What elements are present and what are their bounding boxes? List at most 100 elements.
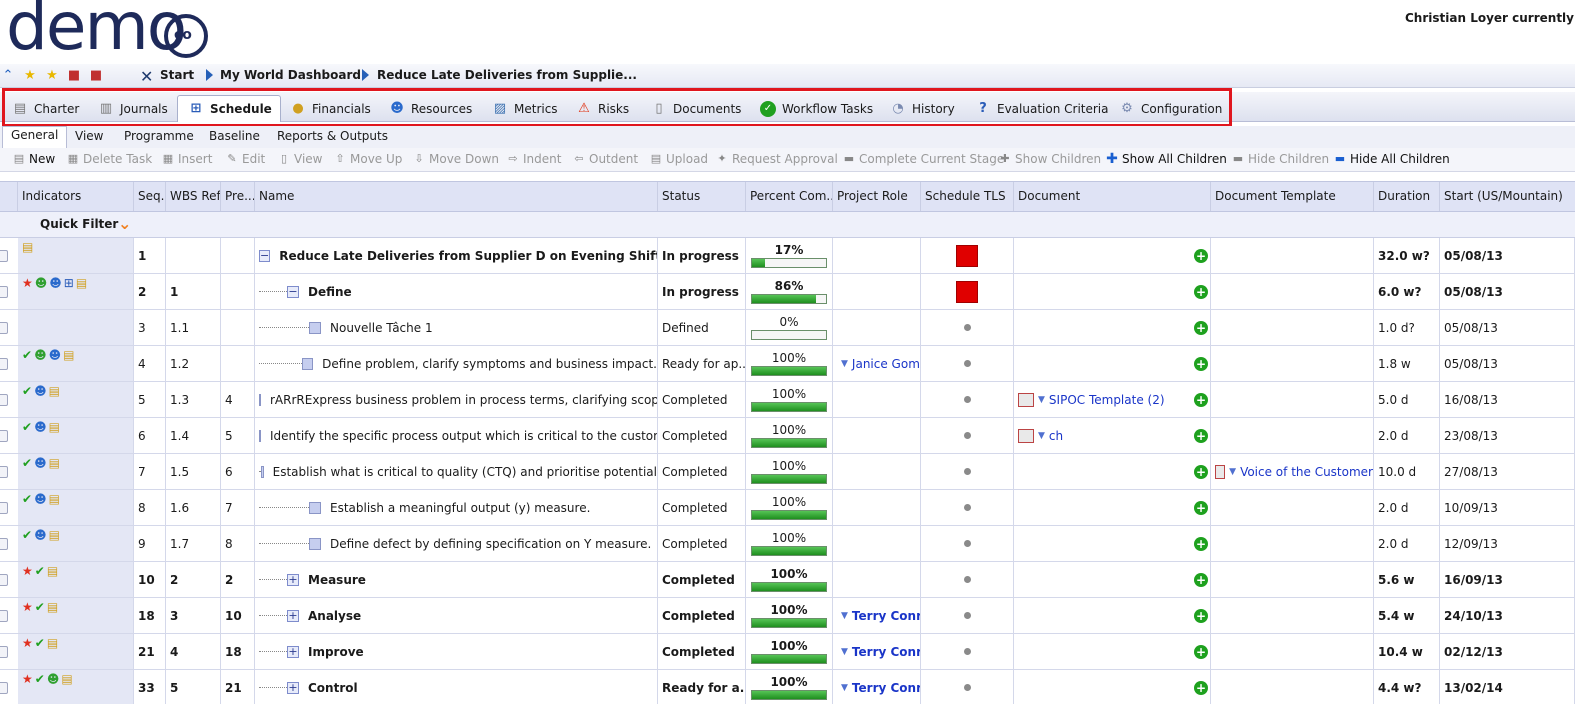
collapse-icon[interactable]: − [287, 285, 299, 298]
row-select-checkbox[interactable] [0, 466, 8, 478]
move-down-button[interactable]: ⇩ Move Down [412, 152, 499, 166]
add-document-icon[interactable]: + [1194, 644, 1208, 659]
dropdown-arrow-icon[interactable]: ▼ [841, 683, 848, 693]
collapse-icon[interactable]: − [259, 249, 271, 262]
task-name[interactable]: rARrRExpress business problem in process… [270, 393, 657, 407]
request-approval-button[interactable]: ✦ Request Approval [715, 152, 837, 166]
add-document-icon[interactable]: + [1194, 536, 1208, 551]
dropdown-arrow-icon[interactable]: ▼ [841, 359, 848, 369]
column-indicators[interactable]: Indicators [18, 182, 134, 211]
add-document-icon[interactable]: + [1194, 608, 1208, 623]
expand-icon[interactable]: + [287, 681, 299, 694]
outdent-button[interactable]: ⇦ Outdent [572, 152, 638, 166]
table-row[interactable]: ★ ✔ ▤ 10 2 2 + Measure Completed 100% +5.6 w 16/09/… [0, 562, 1575, 598]
table-row[interactable]: ▤ 1 − Reduce Late Deliveries from Supplier … [0, 238, 1575, 274]
task-name[interactable]: Identify the specific process output whi… [270, 429, 657, 443]
table-row[interactable]: ✔ ☻ ▤ 7 1.5 6 Establish what is critical to qu… [0, 454, 1575, 490]
add-document-icon[interactable]: + [1194, 248, 1208, 263]
column-name[interactable]: Name [255, 182, 658, 211]
edit-button[interactable]: ✎ Edit [225, 152, 265, 166]
column-start[interactable]: Start (US/Mountain) [1440, 182, 1575, 211]
dropdown-arrow-icon[interactable]: ▼ [1038, 395, 1045, 405]
double-chevron-down-icon[interactable]: ⌄ [118, 214, 131, 233]
row-select-checkbox[interactable] [0, 322, 8, 334]
new-button[interactable]: ▤ New [12, 152, 55, 166]
dropdown-arrow-icon[interactable]: ▼ [841, 647, 848, 657]
subtab-baseline[interactable]: Baseline [209, 129, 260, 143]
add-document-icon[interactable]: + [1194, 464, 1208, 479]
view-button[interactable]: ▯ View [277, 152, 323, 166]
project-role-link[interactable]: Terry Conr [852, 681, 920, 695]
complete-current-stage-button[interactable]: ▬ Complete Current Stage [842, 152, 1004, 166]
column-document[interactable]: Document [1014, 182, 1211, 211]
hide-children-button[interactable]: ▬ Hide Children [1231, 152, 1329, 166]
subtab-general[interactable]: General [2, 126, 68, 148]
project-role-link[interactable]: Janice Gom [852, 357, 920, 371]
show-all-children-button[interactable]: ✚ Show All Children [1105, 152, 1227, 166]
table-row[interactable]: ✔ ☻ ▤ 9 1.7 8 Define defect by defining specif… [0, 526, 1575, 562]
document-link[interactable]: SIPOC Template (2) [1049, 393, 1165, 407]
column-project-role[interactable]: Project Role [833, 182, 921, 211]
row-select-checkbox[interactable] [0, 574, 8, 586]
task-name[interactable]: Reduce Late Deliveries from Supplier D o… [279, 249, 657, 263]
task-name[interactable]: Analyse [308, 609, 361, 623]
task-name[interactable]: Measure [308, 573, 366, 587]
row-select-checkbox[interactable] [0, 502, 8, 514]
dropdown-arrow-icon[interactable]: ▼ [1229, 467, 1236, 477]
breadcrumb-start[interactable]: Start [160, 68, 194, 82]
expand-icon[interactable]: + [287, 609, 299, 622]
quick-filter-label[interactable]: Quick Filter [40, 217, 118, 231]
row-select-checkbox[interactable] [0, 394, 8, 406]
row-select-checkbox[interactable] [0, 286, 8, 298]
table-row[interactable]: ✔ ☻ ▤ 5 1.3 4 rARrRExpress business problem in… [0, 382, 1575, 418]
upload-button[interactable]: ▤ Upload [649, 152, 708, 166]
column-wbs-ref[interactable]: WBS Ref. [166, 182, 221, 211]
table-row[interactable]: ✔ ☻ ☻ ▤ 4 1.2 Define problem, clarify symptoms… [0, 346, 1575, 382]
column-schedule-tls[interactable]: Schedule TLS [921, 182, 1014, 211]
task-name[interactable]: Define problem, clarify symptoms and bus… [322, 357, 657, 371]
row-select-checkbox[interactable] [0, 250, 8, 262]
dropdown-arrow-icon[interactable]: ▼ [841, 611, 848, 621]
column-predecessor[interactable]: Pre... [221, 182, 255, 211]
hide-all-children-button[interactable]: ▬ Hide All Children [1333, 152, 1450, 166]
subtab-programme[interactable]: Programme [124, 129, 194, 143]
document-link[interactable]: ch [1049, 429, 1063, 443]
expand-icon[interactable]: + [287, 645, 299, 658]
column-seq[interactable]: Seq. [134, 182, 166, 211]
dropdown-arrow-icon[interactable]: ▼ [1038, 431, 1045, 441]
row-select-checkbox[interactable] [0, 538, 8, 550]
breadcrumb-current[interactable]: Reduce Late Deliveries from Supplie... [377, 68, 637, 82]
add-document-icon[interactable]: + [1194, 284, 1208, 299]
column-status[interactable]: Status [658, 182, 746, 211]
add-document-icon[interactable]: + [1194, 320, 1208, 335]
add-document-icon[interactable]: + [1194, 680, 1208, 695]
table-row[interactable]: ★ ☻ ☻ ⊞ ▤ 2 1− Define In progress 86% +6.0 w? 05/08… [0, 274, 1575, 310]
insert-button[interactable]: ▦ Insert [161, 152, 213, 166]
task-name[interactable]: Establish a meaningful output (y) measur… [330, 501, 590, 515]
template-file-icon[interactable] [1215, 464, 1226, 479]
column-duration[interactable]: Duration [1374, 182, 1440, 211]
row-select-checkbox[interactable] [0, 682, 8, 694]
expand-icon[interactable]: + [287, 573, 299, 586]
project-role-link[interactable]: Terry Conr [852, 609, 920, 623]
row-select-checkbox[interactable] [0, 430, 8, 442]
show-children-button[interactable]: ✚ Show Children [998, 152, 1101, 166]
column-document-template[interactable]: Document Template [1211, 182, 1374, 211]
indent-button[interactable]: ⇨ Indent [506, 152, 561, 166]
add-document-icon[interactable]: + [1194, 428, 1208, 443]
move-up-button[interactable]: ⇧ Move Up [333, 152, 402, 166]
column-percent-complete[interactable]: Percent Com... [746, 182, 833, 211]
add-document-icon[interactable]: + [1194, 356, 1208, 371]
breadcrumb-dashboard[interactable]: My World Dashboard [220, 68, 361, 82]
delete-task-button[interactable]: ▦ Delete Task [66, 152, 152, 166]
row-select-checkbox[interactable] [0, 610, 8, 622]
table-row[interactable]: 3 1.1 Nouvelle Tâche 1 Defined 0% +1.0 d? 05/0… [0, 310, 1575, 346]
box-icon[interactable]: ■ [66, 68, 82, 84]
task-name[interactable]: Improve [308, 645, 364, 659]
subtab-view[interactable]: View [75, 129, 103, 143]
row-select-checkbox[interactable] [0, 646, 8, 658]
document-file-icon[interactable] [1018, 392, 1034, 407]
add-document-icon[interactable]: + [1194, 572, 1208, 587]
task-name[interactable]: Define [308, 285, 352, 299]
task-name[interactable]: Control [308, 681, 358, 695]
